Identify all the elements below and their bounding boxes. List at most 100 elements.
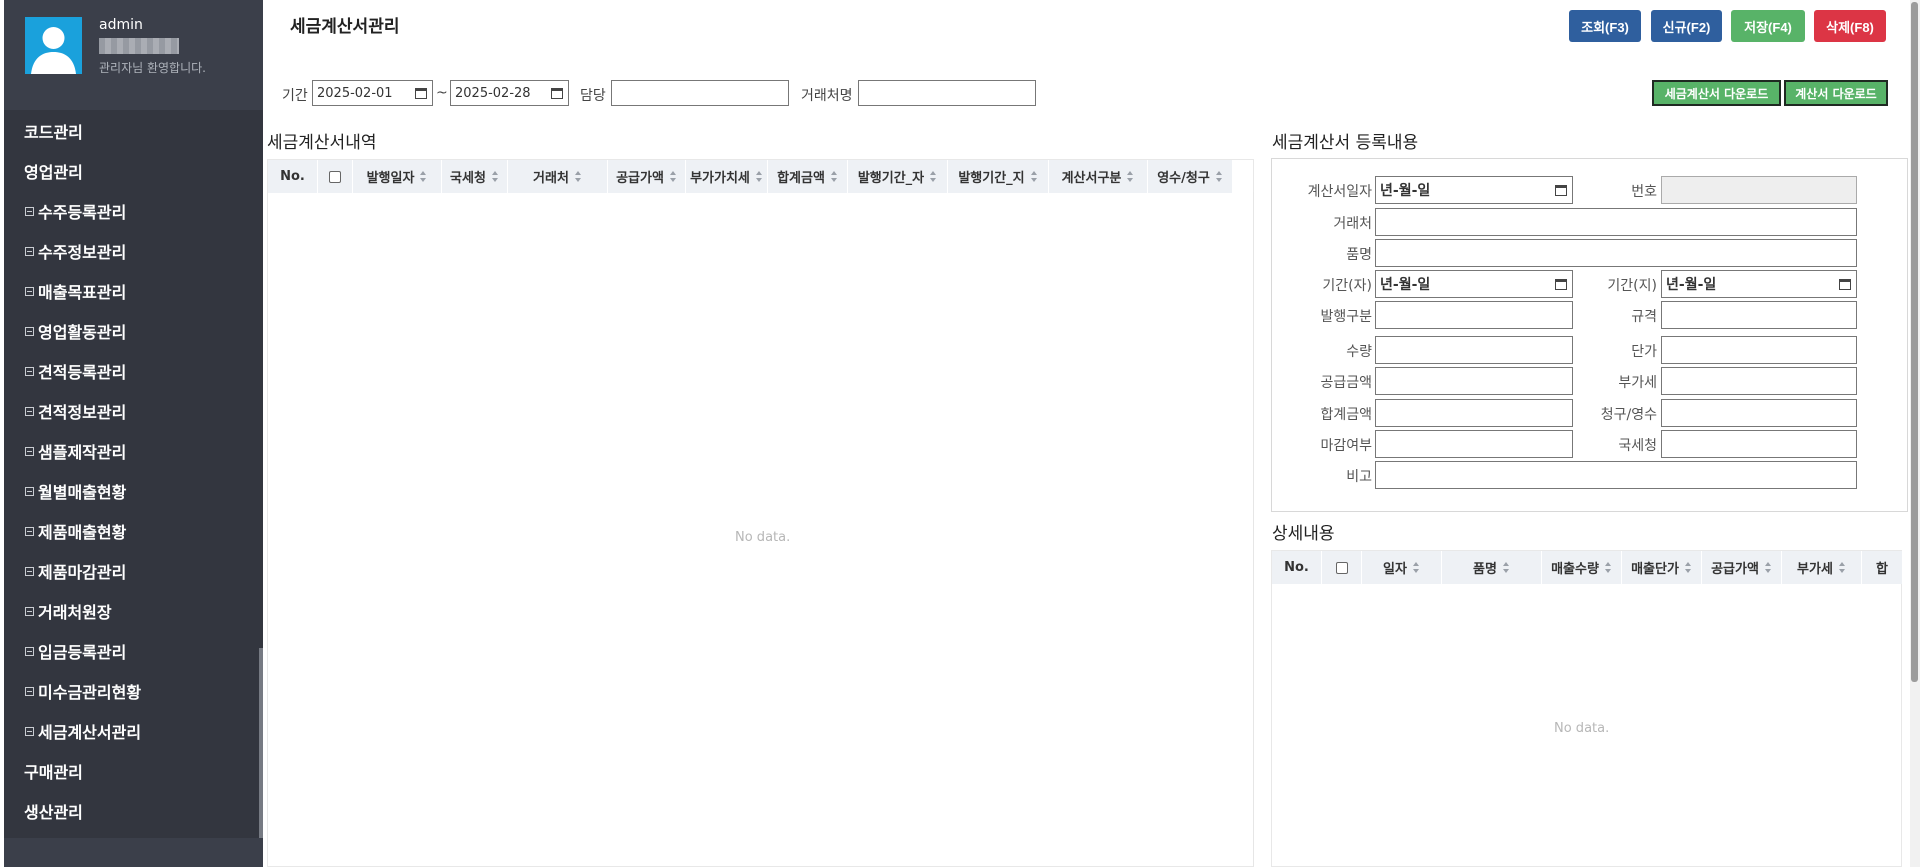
column-header[interactable]: 일자 xyxy=(1362,551,1442,584)
column-header[interactable]: 합 xyxy=(1862,551,1903,584)
spec-field[interactable] xyxy=(1661,301,1857,329)
calendar-icon[interactable] xyxy=(415,88,427,99)
sidebar-item[interactable]: 견적정보관리 xyxy=(4,391,259,431)
column-header[interactable]: 공급가액 xyxy=(1702,551,1782,584)
sidebar-item[interactable]: 제품마감관리 xyxy=(4,551,259,591)
sidebar-item[interactable]: 월별매출현황 xyxy=(4,471,259,511)
sidebar-item[interactable]: 견적등록관리 xyxy=(4,351,259,391)
price-field[interactable] xyxy=(1661,336,1857,364)
sort-icon[interactable] xyxy=(1764,561,1772,574)
sidebar-item[interactable]: 미수금관리현황 xyxy=(4,671,259,711)
column-header[interactable]: 부가세 xyxy=(1782,551,1862,584)
delete-button[interactable]: 삭제(F8) xyxy=(1814,10,1886,42)
sidebar-item[interactable]: 입금등록관리 xyxy=(4,631,259,671)
sidebar-item[interactable]: 생산관리 xyxy=(4,791,259,831)
sidebar-item[interactable]: 샘플제작관리 xyxy=(4,431,259,471)
sidebar-item[interactable]: 수주등록관리 xyxy=(4,191,259,231)
date-from-input[interactable]: 2025-02-01 xyxy=(312,80,433,106)
column-header[interactable]: 매출단가 xyxy=(1622,551,1702,584)
invoice-date-input[interactable]: 년-월-일 xyxy=(1375,176,1573,204)
period-to-input[interactable]: 년-월-일 xyxy=(1661,270,1857,298)
claim-field[interactable] xyxy=(1661,399,1857,427)
sort-icon[interactable] xyxy=(669,170,677,183)
period-to-placeholder: 년-월-일 xyxy=(1666,277,1717,293)
total-field[interactable] xyxy=(1375,399,1573,427)
column-header[interactable] xyxy=(318,160,353,193)
vat-field[interactable] xyxy=(1661,367,1857,395)
column-header[interactable]: 영수/청구 xyxy=(1148,160,1233,193)
supply-field[interactable] xyxy=(1375,367,1573,395)
sidebar-item[interactable]: 코드관리 xyxy=(4,111,259,151)
sort-icon[interactable] xyxy=(755,170,763,183)
manager-input[interactable] xyxy=(611,80,789,106)
column-header-label: 품명 xyxy=(1473,562,1497,577)
customer-field[interactable] xyxy=(1375,208,1857,236)
column-header[interactable]: 발행기간_자 xyxy=(848,160,948,193)
sidebar-item[interactable]: 세금계산서관리 xyxy=(4,711,259,751)
note-field[interactable] xyxy=(1375,461,1857,489)
submenu-icon xyxy=(25,406,34,416)
sort-icon[interactable] xyxy=(1030,170,1038,183)
user-silhouette-icon xyxy=(31,27,76,74)
sort-icon[interactable] xyxy=(1215,170,1223,183)
submenu-icon xyxy=(25,726,34,736)
column-header[interactable]: 품명 xyxy=(1442,551,1542,584)
search-button[interactable]: 조회(F3) xyxy=(1569,10,1641,42)
sidebar-item[interactable]: 수주정보관리 xyxy=(4,231,259,271)
sidebar-scrollbar[interactable] xyxy=(259,648,263,838)
customer-input[interactable] xyxy=(858,80,1036,106)
save-button[interactable]: 저장(F4) xyxy=(1731,10,1805,42)
column-header[interactable]: 공급가액 xyxy=(608,160,686,193)
closed-field[interactable] xyxy=(1375,430,1573,458)
sort-icon[interactable] xyxy=(1412,561,1420,574)
column-header[interactable]: No. xyxy=(1272,551,1322,584)
sort-icon[interactable] xyxy=(930,170,937,183)
column-header[interactable]: 계산서구분 xyxy=(1049,160,1148,193)
issue-type-field[interactable] xyxy=(1375,301,1573,329)
column-header[interactable]: 부가가치세 xyxy=(686,160,768,193)
sidebar-item[interactable]: 매출목표관리 xyxy=(4,271,259,311)
sort-icon[interactable] xyxy=(574,170,582,183)
sort-icon[interactable] xyxy=(1502,561,1510,574)
sort-icon[interactable] xyxy=(491,170,499,183)
submenu-icon xyxy=(25,246,34,256)
calendar-icon[interactable] xyxy=(1839,279,1851,290)
qty-field[interactable] xyxy=(1375,336,1573,364)
sidebar-item[interactable]: 제품매출현황 xyxy=(4,511,259,551)
period-from-input[interactable]: 년-월-일 xyxy=(1375,270,1573,298)
download-invoice-button[interactable]: 계산서 다운로드 xyxy=(1784,80,1888,106)
sidebar-item-label: 코드관리 xyxy=(24,123,83,142)
column-header[interactable]: 매출수량 xyxy=(1542,551,1622,584)
sort-icon[interactable] xyxy=(1838,561,1846,574)
item-field[interactable] xyxy=(1375,239,1857,267)
sort-icon[interactable] xyxy=(830,170,838,183)
column-header-label: 매출수량 xyxy=(1551,562,1599,577)
list-title: 세금계산서내역 xyxy=(267,133,377,153)
new-button[interactable]: 신규(F2) xyxy=(1651,10,1722,42)
sidebar-item[interactable]: 거래처원장 xyxy=(4,591,259,631)
calendar-icon[interactable] xyxy=(1555,279,1567,290)
period-from-placeholder: 년-월-일 xyxy=(1380,277,1431,293)
sort-icon[interactable] xyxy=(420,170,427,183)
select-all-checkbox[interactable] xyxy=(1335,561,1348,574)
sort-icon[interactable] xyxy=(1127,170,1134,183)
column-header[interactable]: 거래처 xyxy=(508,160,608,193)
column-header[interactable]: 국세청 xyxy=(442,160,508,193)
sidebar-item[interactable]: 영업관리 xyxy=(4,151,259,191)
calendar-icon[interactable] xyxy=(1555,185,1567,196)
select-all-checkbox[interactable] xyxy=(329,170,341,183)
sidebar-item[interactable]: 구매관리 xyxy=(4,751,259,791)
column-header[interactable]: 발행기간_지 xyxy=(948,160,1049,193)
sidebar-item[interactable]: 영업활동관리 xyxy=(4,311,259,351)
column-header[interactable]: 발행일자 xyxy=(353,160,442,193)
column-header[interactable] xyxy=(1322,551,1362,584)
date-to-input[interactable]: 2025-02-28 xyxy=(450,80,569,106)
nts-field[interactable] xyxy=(1661,430,1857,458)
column-header[interactable]: No. xyxy=(268,160,318,193)
sort-icon[interactable] xyxy=(1684,561,1692,574)
calendar-icon[interactable] xyxy=(551,88,563,99)
page-scrollbar-thumb[interactable] xyxy=(1911,2,1918,682)
sort-icon[interactable] xyxy=(1604,561,1612,574)
column-header[interactable]: 합계금액 xyxy=(768,160,848,193)
download-tax-invoice-button[interactable]: 세금계산서 다운로드 xyxy=(1652,80,1781,106)
